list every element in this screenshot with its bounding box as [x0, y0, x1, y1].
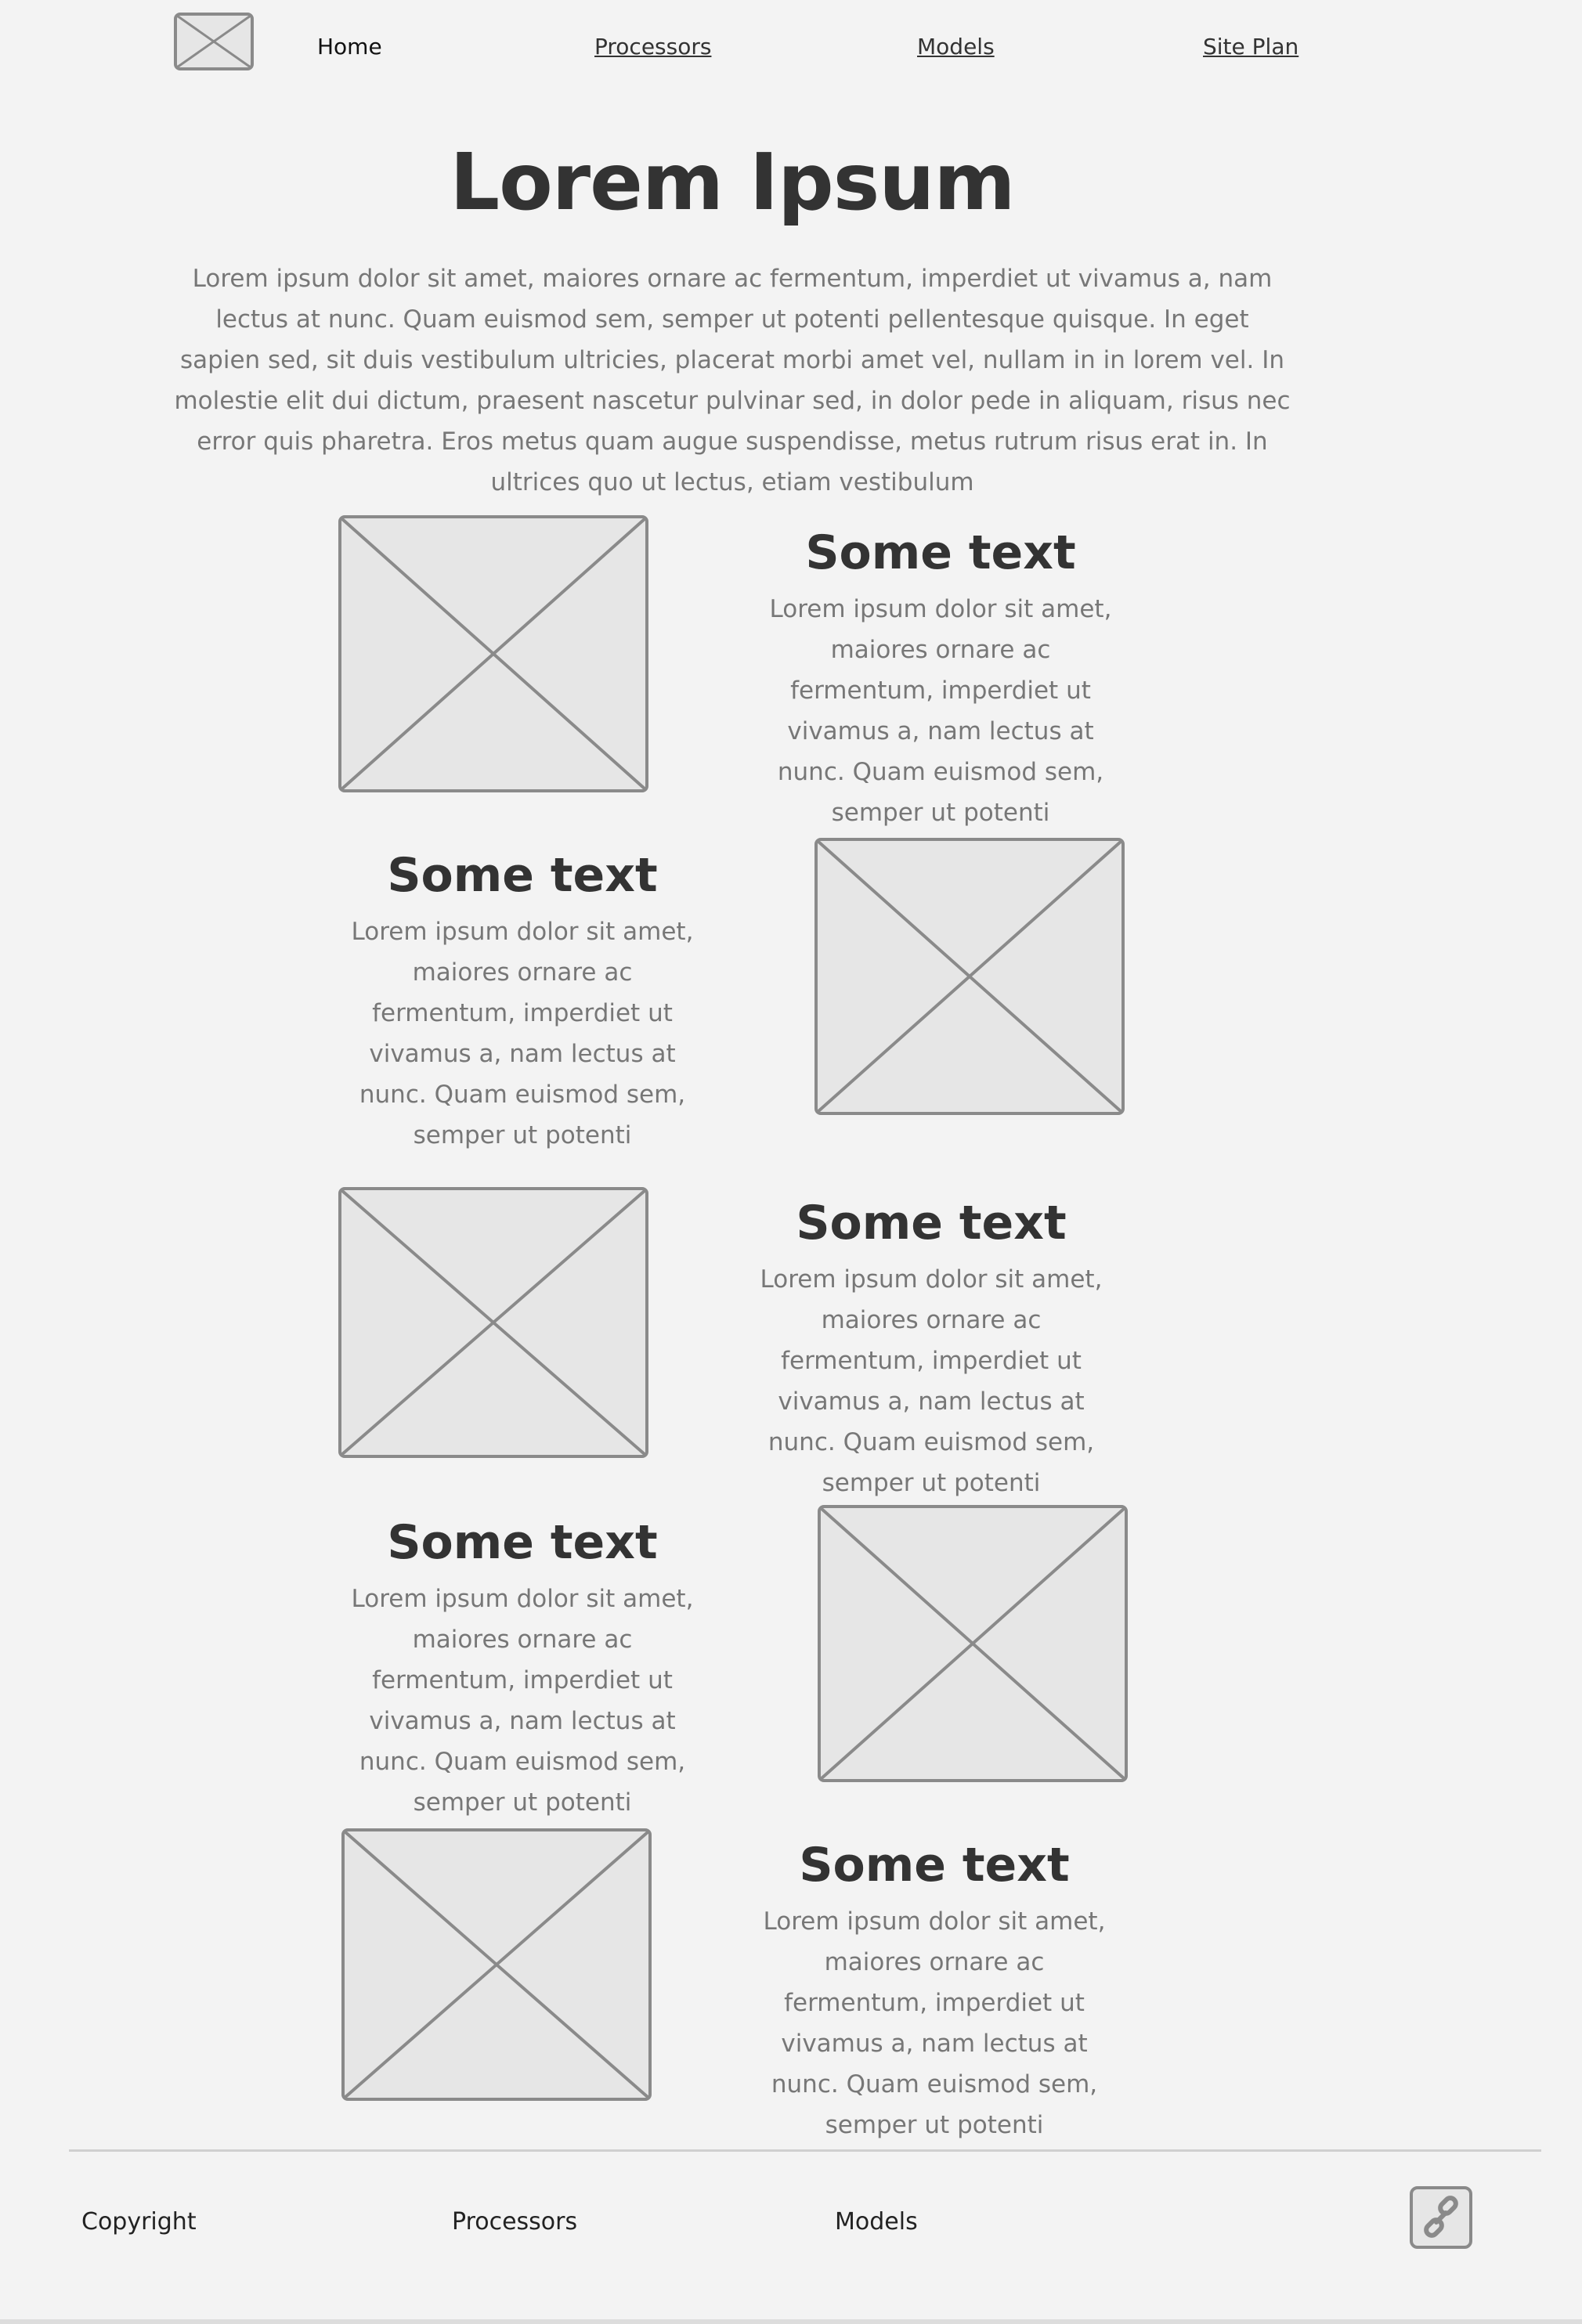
feature-text: Lorem ipsum dolor sit amet, maiores orna… — [763, 1907, 1106, 2139]
page-bottom-edge — [0, 2319, 1582, 2324]
page-title: Lorem Ipsum — [450, 136, 1015, 228]
intro-paragraph: Lorem ipsum dolor sit amet, maiores orna… — [174, 265, 1291, 496]
feature-block: Some text Lorem ipsum dolor sit amet, ma… — [338, 843, 706, 1156]
feature-block: Some text Lorem ipsum dolor sit amet, ma… — [338, 1510, 706, 1823]
feature-heading: Some text — [799, 1838, 1070, 1893]
feature-heading: Some text — [805, 525, 1076, 580]
image-placeholder-icon — [338, 515, 648, 792]
image-placeholder-icon — [818, 1505, 1128, 1782]
feature-block: Some text Lorem ipsum dolor sit amet, ma… — [757, 520, 1125, 833]
feature-heading: Some text — [387, 848, 658, 903]
image-placeholder-icon — [338, 1187, 648, 1458]
nav-home-link[interactable]: Home — [317, 30, 382, 64]
feature-heading: Some text — [387, 1515, 658, 1570]
nav-site-plan-link[interactable]: Site Plan — [1203, 30, 1298, 64]
footer-copyright-link[interactable]: Copyright — [81, 2205, 197, 2239]
feature-block: Some text Lorem ipsum dolor sit amet, ma… — [750, 1832, 1118, 2145]
footer-divider — [69, 2149, 1541, 2152]
image-placeholder — [814, 838, 1125, 1115]
image-placeholder-icon — [174, 13, 254, 70]
feature-text: Lorem ipsum dolor sit amet, maiores orna… — [351, 1585, 694, 1817]
nav-models-link[interactable]: Models — [917, 30, 995, 64]
feature-text: Lorem ipsum dolor sit amet, maiores orna… — [769, 595, 1112, 827]
logo-image-placeholder[interactable] — [174, 13, 254, 70]
feature-block: Some text Lorem ipsum dolor sit amet, ma… — [747, 1190, 1115, 1503]
image-placeholder-icon — [814, 838, 1125, 1115]
link-button[interactable] — [1410, 2186, 1472, 2249]
footer-models-link[interactable]: Models — [835, 2205, 918, 2239]
image-placeholder — [818, 1505, 1128, 1782]
feature-text: Lorem ipsum dolor sit amet, maiores orna… — [760, 1265, 1103, 1497]
footer-processors-link[interactable]: Processors — [452, 2205, 577, 2239]
image-placeholder-icon — [341, 1828, 652, 2101]
image-placeholder — [341, 1826, 652, 2103]
feature-heading: Some text — [796, 1196, 1067, 1250]
image-placeholder — [338, 1184, 648, 1461]
nav-processors-link[interactable]: Processors — [594, 30, 711, 64]
image-placeholder — [338, 515, 648, 792]
link-icon — [1410, 2186, 1472, 2249]
feature-text: Lorem ipsum dolor sit amet, maiores orna… — [351, 918, 694, 1149]
